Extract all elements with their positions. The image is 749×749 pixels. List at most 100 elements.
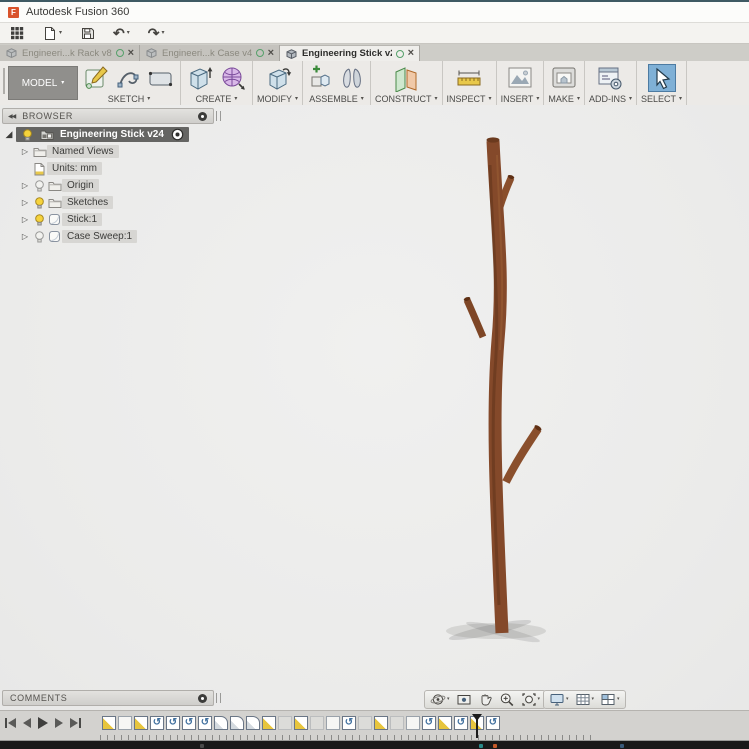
measure-button[interactable] bbox=[454, 65, 484, 91]
timeline-feature-sketch[interactable] bbox=[134, 716, 148, 730]
ribbon-group-label[interactable]: SELECT▾ bbox=[641, 94, 682, 104]
timeline-feature-sweep[interactable]: ↺ bbox=[454, 716, 468, 730]
construction-plane-button[interactable] bbox=[391, 63, 421, 93]
tree-row-engineering-stick-v24[interactable]: ◢Engineering Stick v24 bbox=[2, 126, 232, 143]
spline-button[interactable] bbox=[115, 63, 143, 93]
pan-button[interactable] bbox=[476, 692, 495, 707]
rectangle-button[interactable] bbox=[146, 63, 176, 93]
new-component-button[interactable] bbox=[307, 63, 335, 93]
panel-toggle-icon[interactable] bbox=[198, 112, 207, 121]
file-new-button[interactable]: ▾ bbox=[40, 24, 64, 42]
skip-end-button[interactable] bbox=[70, 718, 81, 728]
play-button[interactable] bbox=[38, 717, 48, 729]
timeline-feature-sweep[interactable]: ↺ bbox=[182, 716, 196, 730]
collapse-arrow-icon[interactable]: ▷ bbox=[18, 181, 32, 190]
document-tab-1[interactable]: Engineeri...k Rack v8× bbox=[0, 45, 140, 61]
joint-button[interactable] bbox=[338, 63, 366, 93]
timeline-feature-sketch[interactable] bbox=[438, 716, 452, 730]
timeline-feature-sweep[interactable]: ↺ bbox=[198, 716, 212, 730]
dropdown-caret-icon[interactable]: ▾ bbox=[162, 30, 165, 36]
ribbon-group-label[interactable]: MODIFY▾ bbox=[257, 94, 298, 104]
document-tab-2[interactable]: Engineeri...k Case v4× bbox=[140, 45, 280, 61]
bulb-cell[interactable] bbox=[32, 180, 47, 192]
fit-button[interactable]: ▾ bbox=[519, 692, 543, 707]
dropdown-caret-icon[interactable]: ▾ bbox=[127, 30, 130, 36]
viewport-canvas[interactable]: ◀◀ BROWSER ◢Engineering Stick v24▷Named … bbox=[0, 105, 749, 710]
bulb-cell[interactable] bbox=[32, 231, 47, 243]
comments-panel-grip[interactable] bbox=[216, 693, 221, 703]
timeline-feature-fillet[interactable] bbox=[214, 716, 228, 730]
panel-toggle-icon[interactable] bbox=[198, 694, 207, 703]
timeline-feature-sketch[interactable] bbox=[294, 716, 308, 730]
timeline-feature-fillet[interactable] bbox=[230, 716, 244, 730]
skip-start-button[interactable] bbox=[5, 718, 16, 728]
bulb-cell[interactable] bbox=[32, 214, 47, 226]
timeline-feature-sketch[interactable] bbox=[262, 716, 276, 730]
dropdown-caret-icon[interactable]: ▾ bbox=[59, 30, 62, 36]
timeline-feature-sweep[interactable]: ↺ bbox=[166, 716, 180, 730]
select-cursor-button[interactable] bbox=[648, 64, 676, 92]
browser-panel-header[interactable]: ◀◀ BROWSER bbox=[2, 108, 214, 124]
timeline-feature-ghost[interactable] bbox=[390, 716, 404, 730]
extrude-button[interactable] bbox=[185, 63, 215, 93]
tree-row-named-views[interactable]: ▷Named Views bbox=[18, 143, 232, 160]
create-sketch-button[interactable] bbox=[82, 63, 112, 93]
timeline-feature-plane[interactable] bbox=[326, 716, 340, 730]
orbit-button[interactable]: ▾ bbox=[428, 692, 452, 707]
grid-layout-button[interactable]: ▾ bbox=[573, 692, 597, 707]
tree-row-stick-1[interactable]: ▷Stick:1 bbox=[18, 211, 232, 228]
document-tab-3[interactable]: Engineering Stick v24× bbox=[280, 45, 420, 61]
expand-arrow-icon[interactable]: ◢ bbox=[2, 129, 16, 140]
close-tab-icon[interactable]: × bbox=[128, 48, 134, 59]
3d-print-button[interactable] bbox=[549, 64, 579, 92]
timeline-feature-ghost[interactable] bbox=[278, 716, 292, 730]
timeline-feature-sweep[interactable]: ↺ bbox=[150, 716, 164, 730]
ribbon-grip[interactable] bbox=[3, 68, 5, 94]
stick-trunk[interactable] bbox=[487, 137, 503, 633]
close-tab-icon[interactable]: × bbox=[268, 48, 274, 59]
timeline-feature-ghost[interactable] bbox=[358, 716, 372, 730]
timeline-feature-plane[interactable] bbox=[406, 716, 420, 730]
timeline-feature-sweep[interactable]: ↺ bbox=[486, 716, 500, 730]
tree-row-origin[interactable]: ▷Origin bbox=[18, 177, 232, 194]
ribbon-group-label[interactable]: CONSTRUCT▾ bbox=[375, 94, 438, 104]
zoom-button[interactable] bbox=[497, 692, 517, 707]
timeline-feature-sweep[interactable]: ↺ bbox=[422, 716, 436, 730]
undo-button[interactable]: ↶▾ bbox=[111, 24, 132, 42]
timeline-feature-sketch[interactable] bbox=[102, 716, 116, 730]
bulb-cell[interactable] bbox=[32, 197, 47, 209]
ribbon-group-label[interactable]: ADD-INS▾ bbox=[589, 94, 632, 104]
tree-row-case-sweep-1[interactable]: ▷Case Sweep:1 bbox=[18, 228, 232, 245]
collapse-arrow-icon[interactable]: ▷ bbox=[18, 198, 32, 207]
ribbon-group-label[interactable]: MAKE▾ bbox=[548, 94, 580, 104]
ribbon-group-label[interactable]: CREATE▾ bbox=[196, 94, 238, 104]
look-at-button[interactable] bbox=[454, 692, 474, 707]
collapse-arrow-icon[interactable]: ▷ bbox=[18, 147, 32, 156]
comments-panel-header[interactable]: COMMENTS bbox=[2, 690, 214, 706]
apps-grid-button[interactable] bbox=[8, 24, 26, 42]
viewports-button[interactable]: ▾ bbox=[598, 692, 622, 707]
browser-panel-grip[interactable] bbox=[216, 111, 221, 121]
tree-row-sketches[interactable]: ▷Sketches bbox=[18, 194, 232, 211]
visibility-badge[interactable] bbox=[170, 128, 185, 141]
press-pull-button[interactable] bbox=[263, 63, 293, 93]
collapse-arrow-icon[interactable]: ▷ bbox=[18, 215, 32, 224]
tree-row-units-mm[interactable]: Units: mm bbox=[18, 160, 232, 177]
ribbon-group-label[interactable]: ASSEMBLE▾ bbox=[309, 94, 364, 104]
redo-button[interactable]: ↷▾ bbox=[146, 24, 167, 42]
save-button[interactable] bbox=[78, 24, 97, 42]
insert-image-button[interactable] bbox=[505, 64, 535, 92]
timeline-feature-sweep[interactable]: ↺ bbox=[342, 716, 356, 730]
timeline-feature-sketch[interactable] bbox=[374, 716, 388, 730]
step-forward-button[interactable] bbox=[55, 718, 63, 728]
close-tab-icon[interactable]: × bbox=[408, 48, 414, 59]
collapse-panel-icon[interactable]: ◀◀ bbox=[8, 113, 15, 120]
collapse-arrow-icon[interactable]: ▷ bbox=[18, 232, 32, 241]
ribbon-group-label[interactable]: INSERT▾ bbox=[501, 94, 540, 104]
timeline-feature-plane[interactable] bbox=[118, 716, 132, 730]
scripts-addins-button[interactable] bbox=[595, 64, 625, 92]
form-button[interactable] bbox=[218, 63, 248, 93]
step-back-button[interactable] bbox=[23, 718, 31, 728]
ribbon-group-label[interactable]: INSPECT▾ bbox=[447, 94, 492, 104]
timeline-feature-fillet[interactable] bbox=[246, 716, 260, 730]
